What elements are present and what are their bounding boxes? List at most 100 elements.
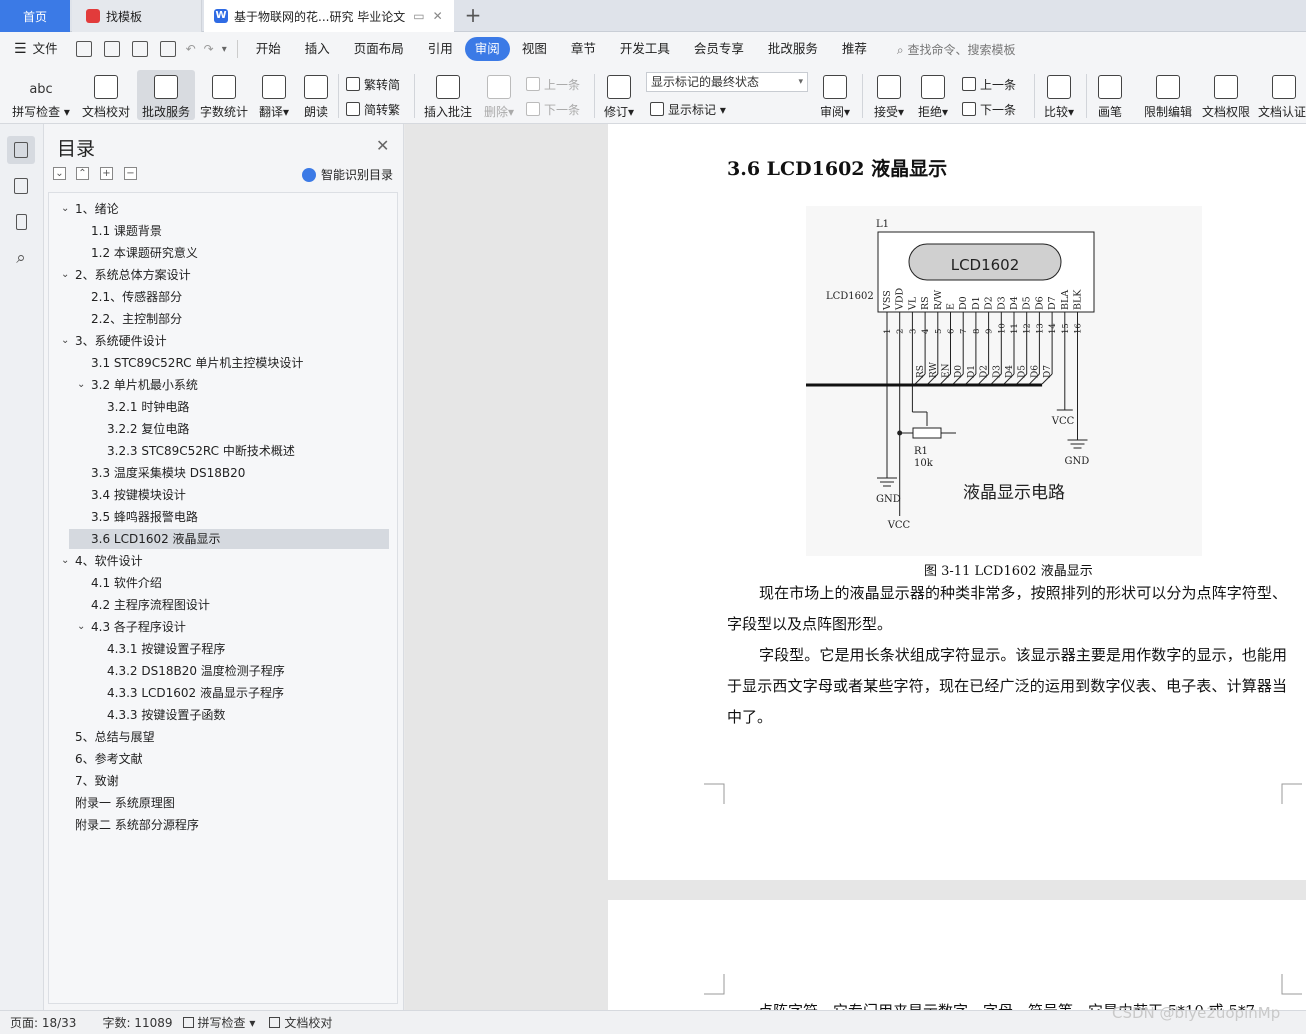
toc-item[interactable]: 附录一 系统原理图 — [75, 793, 175, 813]
toc-item[interactable]: 3、系统硬件设计 — [75, 331, 167, 351]
toc-item[interactable]: 3.2.2 复位电路 — [107, 419, 189, 439]
next-change-button[interactable]: 下一条 — [962, 99, 1016, 119]
simp-to-trad-button[interactable]: 简转繁 — [346, 99, 400, 119]
markup-state-select[interactable]: 显示标记的最终状态 ▾ — [646, 72, 808, 92]
tab-home[interactable]: 首页 — [0, 0, 70, 32]
doc-rights-button[interactable]: 文档权限 — [1200, 70, 1252, 120]
reject-button[interactable]: 拒绝▾ — [914, 70, 952, 120]
ink-button[interactable]: 画笔 — [1092, 70, 1128, 120]
review-service-button[interactable]: 批改服务 — [137, 70, 195, 120]
menu-item-dev-tools[interactable]: 开发工具 — [608, 37, 682, 61]
document-page[interactable]: 点阵字符。它专门用来显示数字、字母、符号等，它是由若干 5*10 或 5*7 — [608, 900, 1306, 1010]
status-doc-proof[interactable]: 文档校对 — [269, 1014, 332, 1031]
track-changes-button[interactable]: 修订▾ — [600, 70, 638, 120]
toc-item[interactable]: 3.2.3 STC89C52RC 中断技术概述 — [107, 441, 295, 461]
toc-item[interactable]: 3.6 LCD1602 液晶显示 — [91, 529, 221, 549]
toc-item[interactable]: 3.5 蜂鸣器报警电路 — [91, 507, 198, 527]
prev-comment-button[interactable]: 上一条 — [526, 74, 580, 94]
expand-up-icon[interactable]: ⌃ — [76, 167, 89, 180]
toc-item[interactable]: 3.2 单片机最小系统 — [91, 375, 198, 395]
doc-proof-button[interactable]: 文档校对 — [78, 70, 134, 120]
tab-document[interactable]: W 基于物联网的花...研究 毕业论文 ▭ ✕ — [204, 0, 454, 32]
toc-item[interactable]: 6、参考文献 — [75, 749, 143, 769]
document-area[interactable]: ▾ 3.6 LCD1602 液晶显示 L1LCD1602LCD1602VSS1V… — [405, 124, 1306, 1010]
toc-item[interactable]: 2.2、主控制部分 — [91, 309, 182, 329]
spell-check-button[interactable]: abc 拼写检查 ▾ — [8, 70, 74, 120]
toc-expand-caret-icon[interactable]: ⌄ — [77, 621, 85, 632]
toc-item[interactable]: 3.1 STC89C52RC 单片机主控模块设计 — [91, 353, 303, 373]
toc-expand-caret-icon[interactable]: ⌄ — [61, 335, 69, 346]
compare-button[interactable]: 比较▾ — [1040, 70, 1078, 120]
toc-item[interactable]: 3.2.1 时钟电路 — [107, 397, 189, 417]
menu-item-recommend[interactable]: 推荐 — [830, 37, 879, 61]
print-preview-icon[interactable] — [159, 41, 176, 57]
toc-item[interactable]: 4.3.2 DS18B20 温度检测子程序 — [107, 661, 285, 681]
find-panel-button[interactable]: ⌕ — [7, 244, 35, 272]
menu-item-chapter[interactable]: 章节 — [559, 37, 608, 61]
toc-item[interactable]: 4、软件设计 — [75, 551, 143, 571]
insert-comment-button[interactable]: 插入批注 — [420, 70, 476, 120]
document-page[interactable]: 3.6 LCD1602 液晶显示 L1 LCD1602 LCD1602 VSS 1 VDD… — [608, 124, 1306, 880]
toc-item[interactable]: 3.4 按键模块设计 — [91, 485, 186, 505]
window-mode-icon[interactable]: ▭ — [413, 9, 424, 23]
bookmark-panel-button[interactable] — [7, 208, 35, 236]
toc-item[interactable]: 3.3 温度采集模块 DS18B20 — [91, 463, 245, 483]
toc-item[interactable]: 4.3.3 LCD1602 液晶显示子程序 — [107, 683, 284, 703]
prev-change-button[interactable]: 上一条 — [962, 74, 1016, 94]
remove-heading-icon[interactable]: − — [124, 167, 137, 180]
toc-item[interactable]: 附录二 系统部分源程序 — [75, 815, 199, 835]
save-icon[interactable] — [75, 41, 92, 57]
page-indicator[interactable]: 页面: 18/33 — [10, 1014, 76, 1031]
menu-item-view[interactable]: 视图 — [510, 37, 559, 61]
menu-item-review-service[interactable]: 批改服务 — [756, 37, 830, 61]
file-menu[interactable]: 文件 — [27, 37, 70, 61]
toc-item[interactable]: 4.2 主程序流程图设计 — [91, 595, 210, 615]
command-search[interactable]: ⌕ 查找命令、搜索模板 — [897, 41, 1016, 58]
toc-item[interactable]: 4.3.3 按键设置子函数 — [107, 705, 225, 725]
toc-panel-button[interactable] — [7, 136, 35, 164]
read-aloud-button[interactable]: 朗读 — [300, 70, 332, 120]
review-pane-button[interactable]: 审阅▾ — [816, 70, 854, 120]
export-pdf-icon[interactable] — [103, 41, 120, 57]
toc-expand-caret-icon[interactable]: ⌄ — [61, 203, 69, 214]
menu-item-review[interactable]: 审阅 — [464, 37, 510, 61]
menu-item-insert[interactable]: 插入 — [293, 37, 342, 61]
toc-item[interactable]: 1.2 本课题研究意义 — [91, 243, 198, 263]
close-tab-icon[interactable]: ✕ — [433, 9, 443, 23]
collapse-all-icon[interactable]: ⌄ — [53, 167, 66, 180]
smart-toc-button[interactable]: 智能识别目录 — [302, 166, 393, 183]
accept-button[interactable]: 接受▾ — [870, 70, 908, 120]
redo-icon[interactable]: ↷ — [204, 42, 214, 56]
toc-item[interactable]: 5、总结与展望 — [75, 727, 155, 747]
restrict-edit-button[interactable]: 限制编辑 — [1140, 70, 1196, 120]
toc-item[interactable]: 7、致谢 — [75, 771, 119, 791]
menu-item-references[interactable]: 引用 — [416, 37, 465, 61]
hamburger-menu-icon[interactable]: ☰ — [14, 41, 27, 57]
word-count-button[interactable]: 字数统计 — [198, 70, 250, 120]
show-markup-button[interactable]: 显示标记 ▾ — [650, 99, 726, 119]
toc-item[interactable]: 1.1 课题背景 — [91, 221, 162, 241]
toc-expand-caret-icon[interactable]: ⌄ — [61, 555, 69, 566]
toc-item[interactable]: 1、绪论 — [75, 199, 119, 219]
add-heading-icon[interactable]: + — [100, 167, 113, 180]
toc-item[interactable]: 4.1 软件介绍 — [91, 573, 162, 593]
menu-item-layout[interactable]: 页面布局 — [342, 37, 416, 61]
trad-to-simp-button[interactable]: 繁转简 — [346, 74, 400, 94]
toc-item[interactable]: 4.3.1 按键设置子程序 — [107, 639, 225, 659]
quick-access-dropdown-icon[interactable]: ▾ — [222, 44, 227, 55]
print-icon[interactable] — [131, 41, 148, 57]
toc-expand-caret-icon[interactable]: ⌄ — [61, 269, 69, 280]
menu-item-start[interactable]: 开始 — [244, 37, 293, 61]
toc-item[interactable]: 4.3 各子程序设计 — [91, 617, 186, 637]
menu-item-member[interactable]: 会员专享 — [682, 37, 756, 61]
doc-cert-button[interactable]: 文档认证 — [1258, 70, 1306, 120]
translate-button[interactable]: 翻译▾ — [256, 70, 292, 120]
toc-item[interactable]: 2.1、传感器部分 — [91, 287, 182, 307]
close-icon[interactable]: ✕ — [376, 136, 389, 155]
status-spell-check[interactable]: 拼写检查 ▾ — [182, 1014, 255, 1031]
delete-comment-button[interactable]: 删除▾ — [480, 70, 518, 120]
toc-expand-caret-icon[interactable]: ⌄ — [77, 379, 85, 390]
undo-icon[interactable]: ↶ — [186, 42, 196, 56]
next-comment-button[interactable]: 下一条 — [526, 99, 580, 119]
navigation-panel-button[interactable] — [7, 172, 35, 200]
